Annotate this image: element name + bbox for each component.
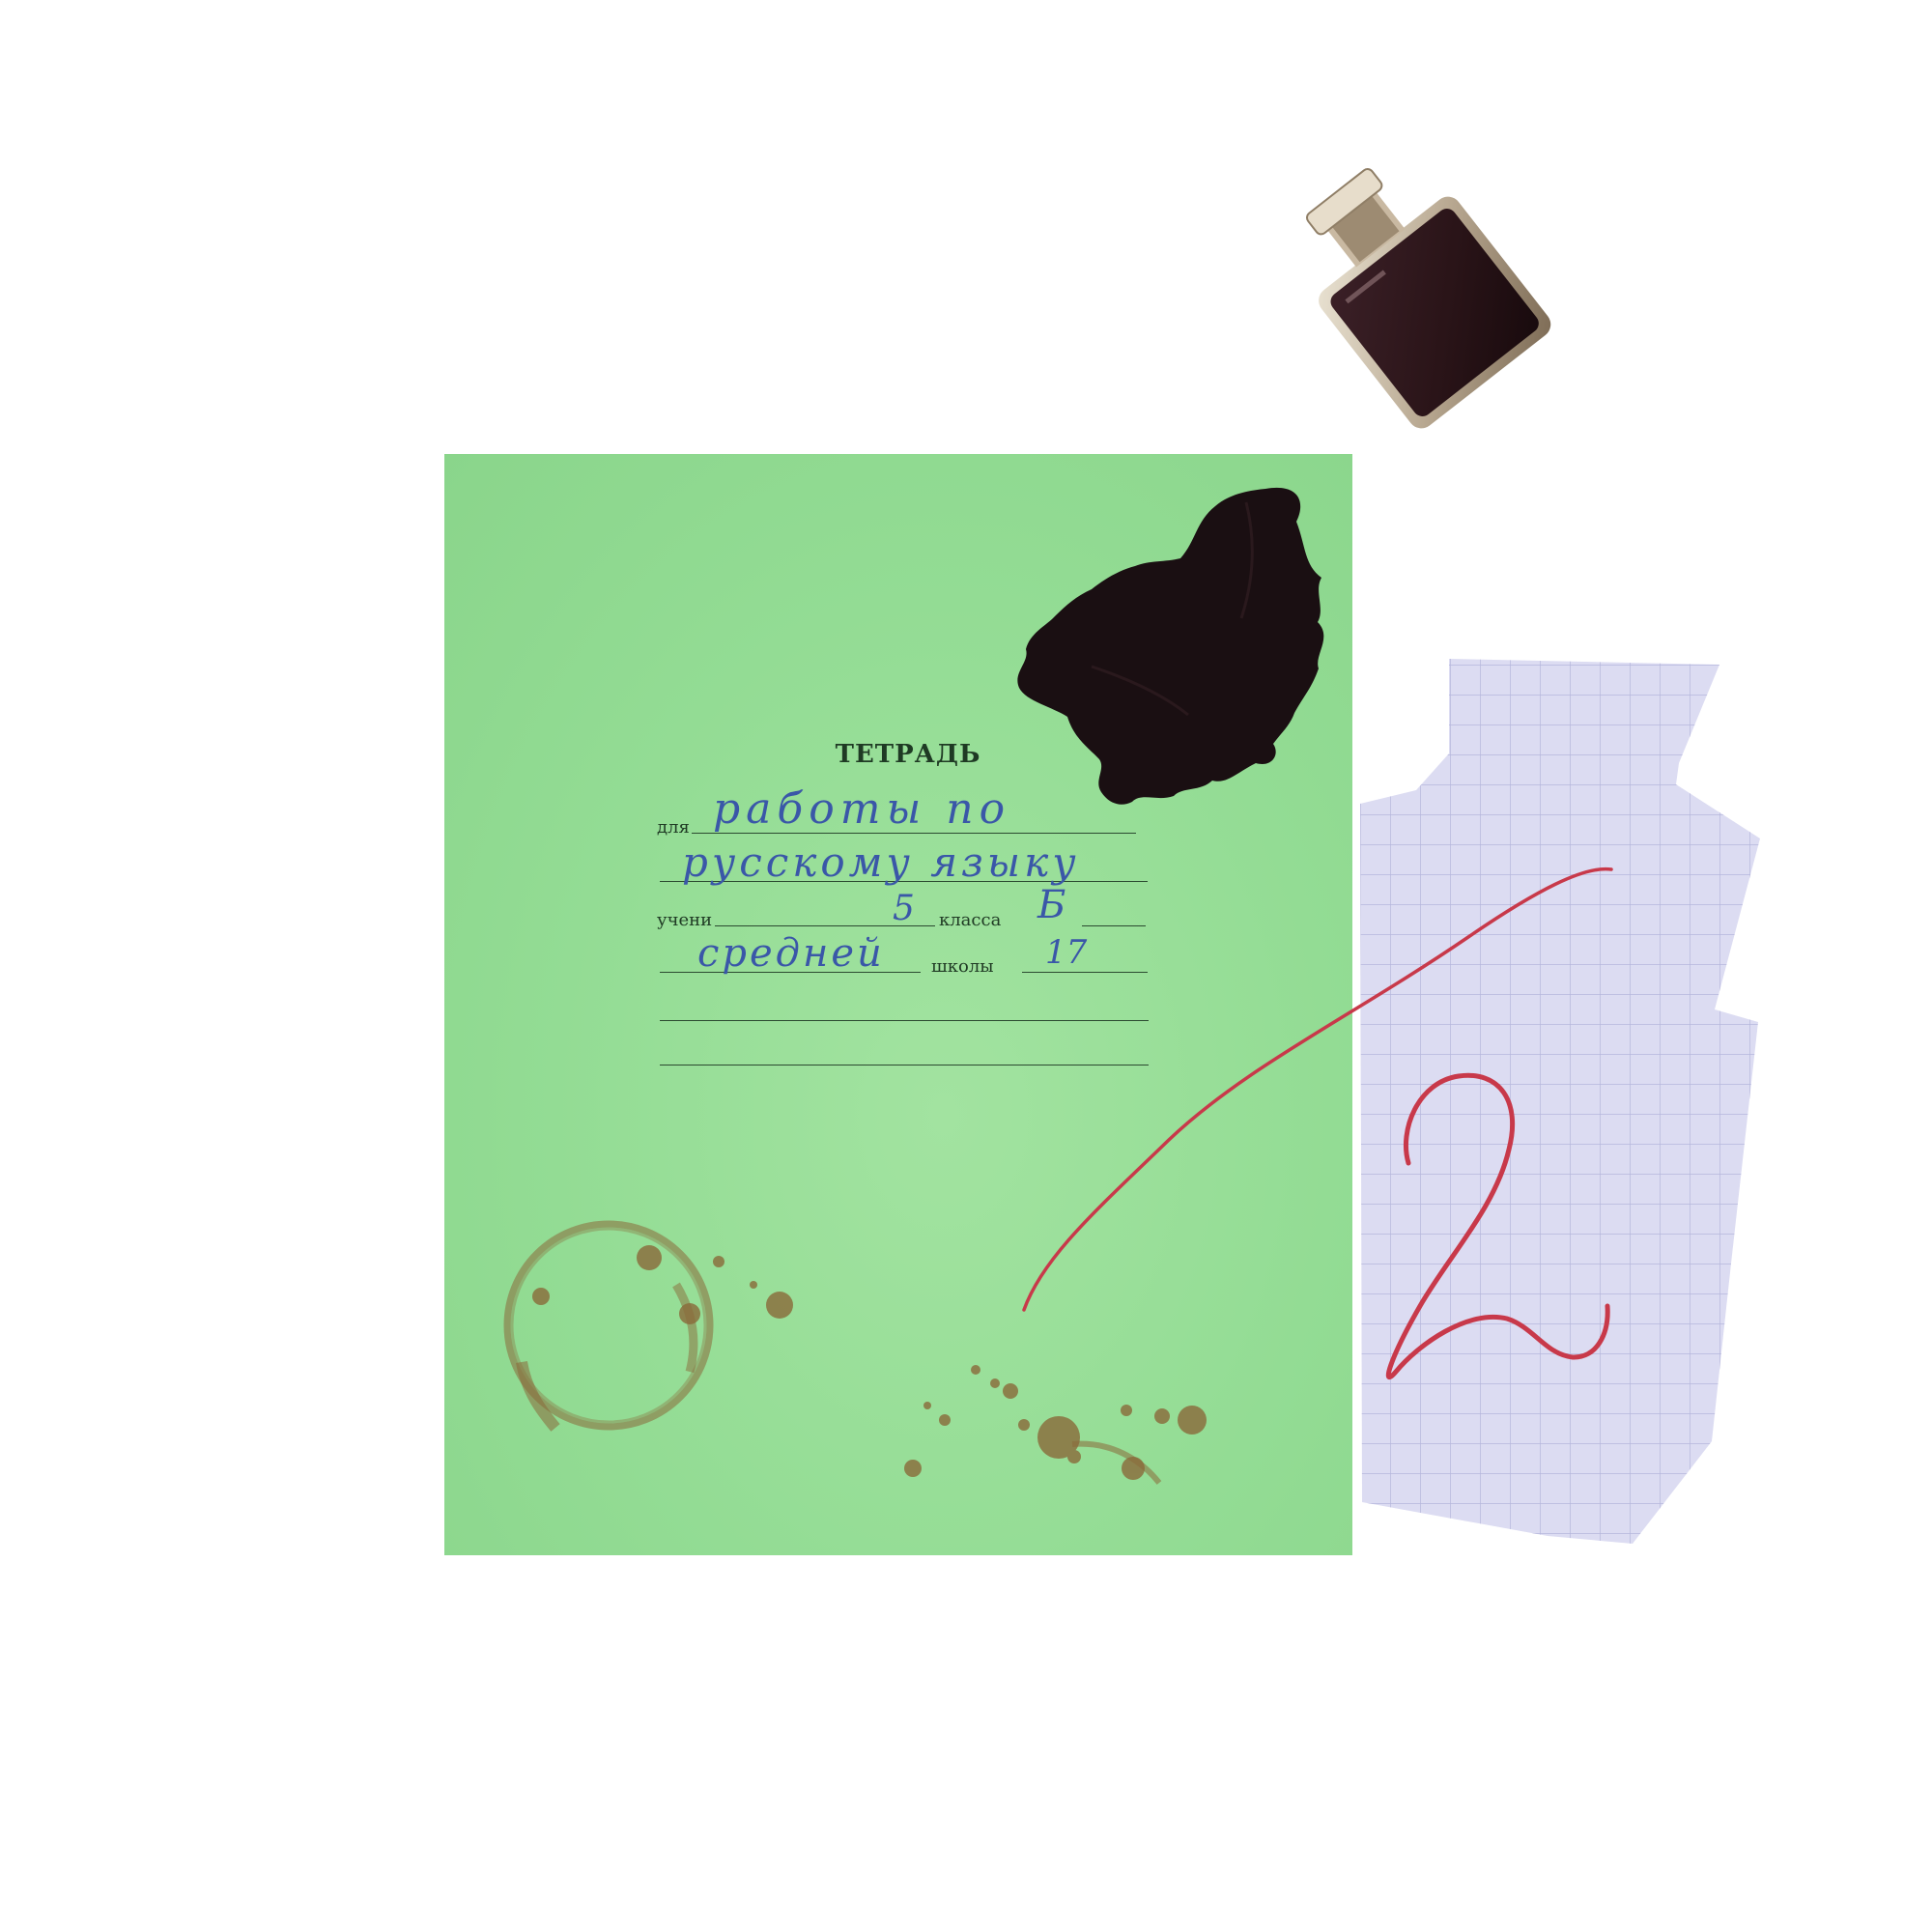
ink-bottle: [1306, 168, 1551, 429]
overlay-layer: [503, 168, 1613, 1485]
grade-mark-drawing: [1385, 1072, 1610, 1380]
coffee-drip-streak: [1071, 1440, 1162, 1485]
ink-blot: [1017, 487, 1324, 805]
coffee-ring-stain: [503, 1220, 714, 1432]
red-pen-stroke: [1022, 867, 1613, 1312]
